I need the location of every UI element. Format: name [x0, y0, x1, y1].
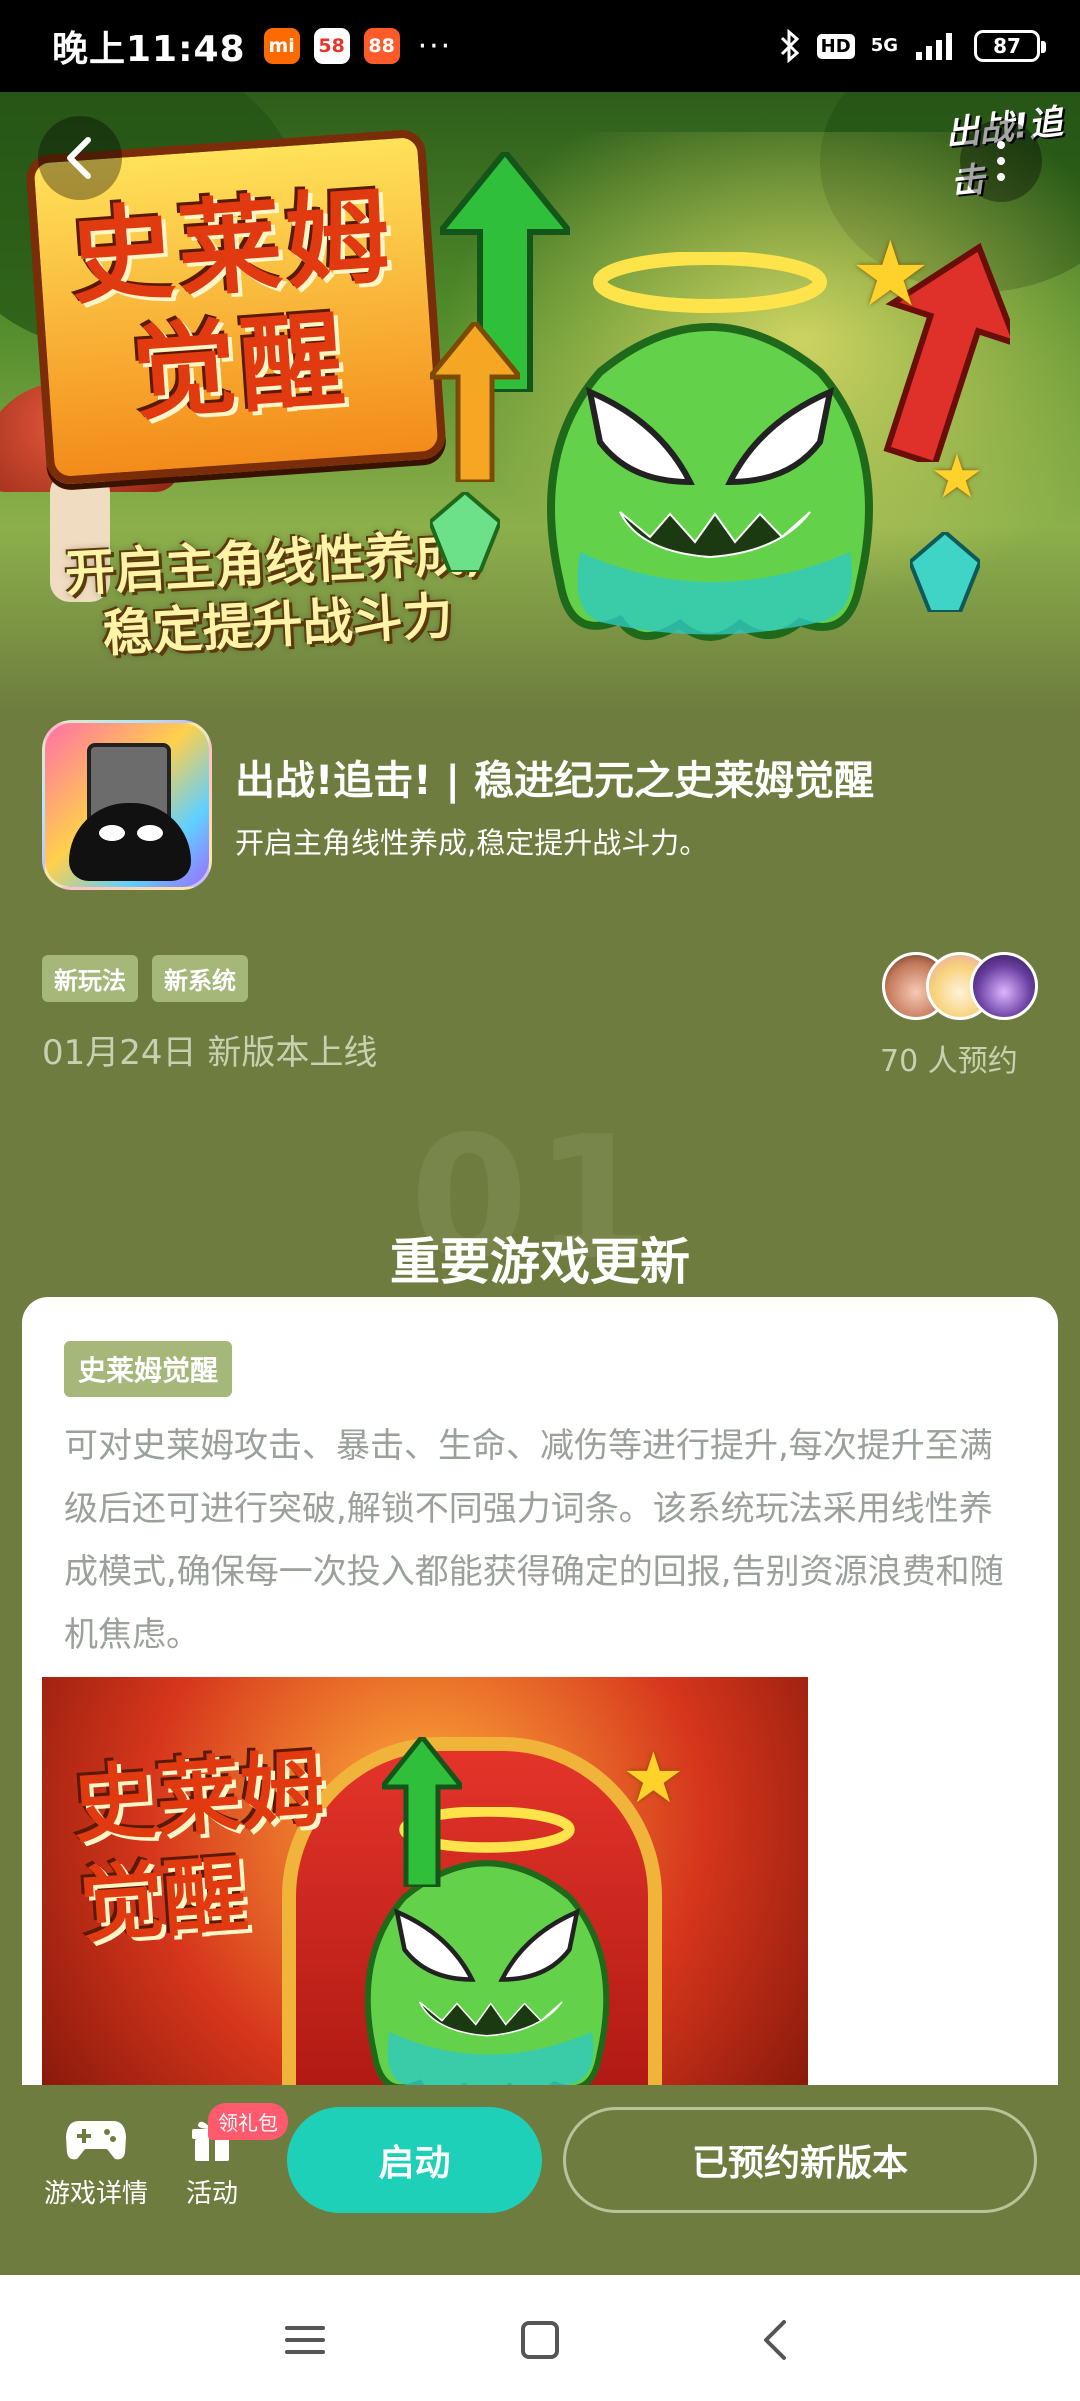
home-square-icon [521, 2321, 559, 2359]
gift-badge[interactable]: 领礼包 [208, 2103, 288, 2140]
update-tag: 史莱姆觉醒 [64, 1341, 233, 1397]
gamepad-icon [66, 2121, 126, 2160]
signal-icon [916, 33, 952, 60]
tag-new-gameplay: 新玩法 [42, 955, 138, 1002]
banner-title-line2: 觉醒 [128, 298, 353, 436]
game-app-icon [42, 720, 212, 890]
game-details-label: 游戏详情 [43, 2179, 148, 2209]
app-88-icon: 88 [363, 28, 400, 64]
star-icon: ★ [622, 1737, 685, 1819]
update-description: 可对史莱姆攻击、暴击、生命、减伤等进行提升,每次提升至满级后还可进行突破,解锁不… [64, 1426, 1004, 1655]
game-subtitle: 开启主角线性养成,稳定提升战斗力。 [235, 826, 709, 860]
launch-button[interactable]: 启动 [287, 2107, 542, 2213]
game-tags: 新玩法 新系统 [42, 955, 248, 1002]
reserved-new-version-button[interactable]: 已预约新版本 [563, 2107, 1037, 2213]
status-right: HD 5G 87 [779, 29, 1046, 63]
home-button[interactable] [505, 2305, 575, 2375]
status-time: 晚上11:48 [52, 29, 246, 70]
activity-label: 活动 [185, 2179, 238, 2209]
tag-new-system: 新系统 [152, 955, 248, 1002]
reservation-avatars [882, 952, 1042, 1024]
status-app-icons: mi 58 88 [263, 28, 400, 64]
system-back-button[interactable] [740, 2305, 810, 2375]
eye-art [99, 825, 125, 841]
network-5g-icon: 5G [870, 35, 898, 56]
hero-banner: 史莱姆 觉醒 开启主角线性养成, 稳定提升战斗力 ★ ★ [0, 92, 1080, 712]
back-button[interactable] [38, 116, 122, 200]
section-title: 重要游戏更新 [390, 1233, 690, 1291]
crystal-icon [910, 532, 980, 612]
star-icon: ★ [930, 442, 984, 512]
more-notifications-icon: ··· [417, 28, 453, 64]
image-title-line2: 觉醒 [76, 1845, 251, 1955]
hd-icon: HD [816, 33, 855, 59]
mi-icon: mi [263, 28, 300, 64]
battery-icon: 87 [974, 30, 1046, 62]
green-arrow-icon [382, 1737, 462, 1887]
chevron-left-icon [67, 137, 91, 179]
more-vertical-icon [997, 141, 1005, 181]
menu-icon [285, 2326, 325, 2354]
orange-arrow-icon [430, 322, 520, 482]
release-date: 01月24日 新版本上线 [42, 1033, 378, 1073]
bluetooth-icon [780, 29, 799, 63]
image-title-art: 史莱姆 觉醒 [69, 1738, 334, 1955]
more-options-button[interactable] [960, 120, 1042, 202]
reservation-count: 70 人预约 [880, 1044, 1018, 1079]
system-navigation-bar [0, 2275, 1080, 2401]
update-image[interactable]: 史莱姆 觉醒 ★ [42, 1677, 808, 2147]
bottom-action-bar: 游戏详情 活动 领礼包 启动 已预约新版本 [0, 2085, 1080, 2275]
avatar [970, 952, 1038, 1020]
game-detail-page: 晚上11:48 mi 58 88 ··· HD 5G 87 史莱姆 觉醒 开启主… [0, 0, 1080, 2401]
image-title-line1: 史莱姆 [69, 1739, 328, 1855]
eye-art [137, 825, 163, 841]
game-details-button[interactable]: 游戏详情 [36, 2115, 156, 2210]
slime-character-art [547, 252, 873, 641]
game-title: 出战!追击! | 稳进纪元之史莱姆觉醒 [235, 758, 874, 804]
menu-button[interactable] [270, 2305, 340, 2375]
58-icon: 58 [313, 28, 350, 64]
banner-title-line1: 史莱姆 [65, 174, 398, 320]
crystal-icon [430, 492, 500, 572]
back-arrow-icon [764, 2320, 786, 2360]
status-bar: 晚上11:48 mi 58 88 ··· HD 5G 87 [0, 0, 1080, 92]
